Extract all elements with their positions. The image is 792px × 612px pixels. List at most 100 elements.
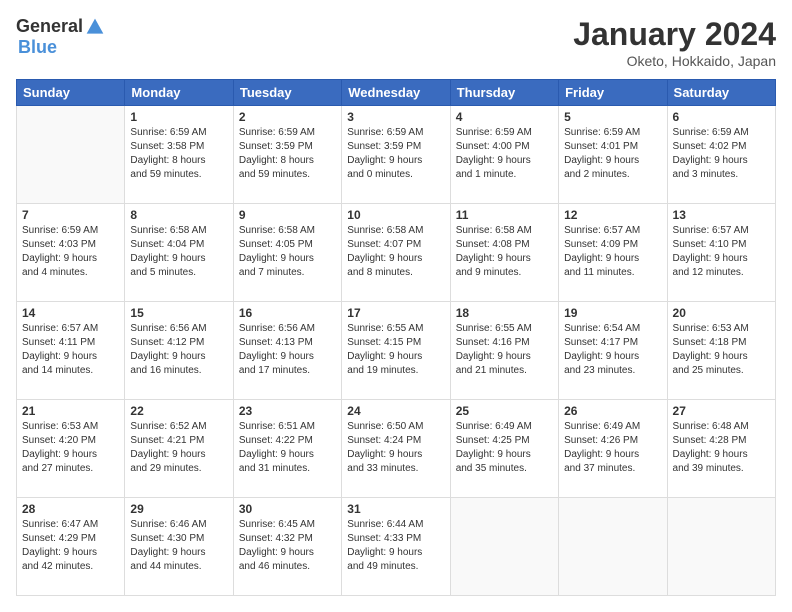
logo-text: General: [16, 16, 105, 37]
day-number: 9: [239, 208, 336, 222]
day-info: Sunrise: 6:59 AMSunset: 4:03 PMDaylight:…: [22, 224, 119, 280]
day-info: Sunrise: 6:58 AMSunset: 4:05 PMDaylight:…: [239, 224, 336, 280]
main-title: January 2024: [573, 16, 776, 53]
day-number: 3: [347, 110, 444, 124]
calendar-cell: 22 Sunrise: 6:52 AMSunset: 4:21 PMDayligh…: [125, 400, 233, 498]
calendar: Sunday Monday Tuesday Wednesday Thursday…: [16, 79, 776, 596]
day-number: 27: [673, 404, 770, 418]
day-info: Sunrise: 6:51 AMSunset: 4:22 PMDaylight:…: [239, 420, 336, 476]
day-info: Sunrise: 6:45 AMSunset: 4:32 PMDaylight:…: [239, 518, 336, 574]
calendar-cell: 12 Sunrise: 6:57 AMSunset: 4:09 PMDayligh…: [559, 204, 667, 302]
day-info: Sunrise: 6:58 AMSunset: 4:08 PMDaylight:…: [456, 224, 553, 280]
day-number: 23: [239, 404, 336, 418]
day-info: Sunrise: 6:57 AMSunset: 4:09 PMDaylight:…: [564, 224, 661, 280]
day-info: Sunrise: 6:53 AMSunset: 4:20 PMDaylight:…: [22, 420, 119, 476]
day-number: 22: [130, 404, 227, 418]
day-number: 19: [564, 306, 661, 320]
calendar-cell: 16Sunrise: 6:56 AMSunset: 4:13 PMDayligh…: [233, 302, 341, 400]
day-number: 18: [456, 306, 553, 320]
calendar-cell: 1 Sunrise: 6:59 AMSunset: 3:58 PMDaylight…: [125, 106, 233, 204]
calendar-cell: 11 Sunrise: 6:58 AMSunset: 4:08 PMDayligh…: [450, 204, 558, 302]
day-number: 28: [22, 502, 119, 516]
day-info: Sunrise: 6:53 AMSunset: 4:18 PMDaylight:…: [673, 322, 770, 378]
day-number: 1: [130, 110, 227, 124]
calendar-cell: 2 Sunrise: 6:59 AMSunset: 3:59 PMDaylight…: [233, 106, 341, 204]
calendar-cell: 28 Sunrise: 6:47 AMSunset: 4:29 PMDayligh…: [17, 498, 125, 596]
calendar-cell: 20 Sunrise: 6:53 AMSunset: 4:18 PMDayligh…: [667, 302, 775, 400]
day-info: Sunrise: 6:58 AMSunset: 4:04 PMDaylight:…: [130, 224, 227, 280]
day-number: 25: [456, 404, 553, 418]
calendar-cell: 30 Sunrise: 6:45 AMSunset: 4:32 PMDayligh…: [233, 498, 341, 596]
calendar-cell: [667, 498, 775, 596]
day-number: 7: [22, 208, 119, 222]
day-info: Sunrise: 6:59 AMSunset: 4:00 PMDaylight:…: [456, 126, 553, 182]
day-info: Sunrise: 6:59 AMSunset: 3:58 PMDaylight:…: [130, 126, 227, 182]
weekday-header-row: Sunday Monday Tuesday Wednesday Thursday…: [17, 80, 776, 106]
day-info: Sunrise: 6:49 AMSunset: 4:25 PMDaylight:…: [456, 420, 553, 476]
day-info: Sunrise: 6:47 AMSunset: 4:29 PMDaylight:…: [22, 518, 119, 574]
calendar-cell: 21 Sunrise: 6:53 AMSunset: 4:20 PMDayligh…: [17, 400, 125, 498]
day-info: Sunrise: 6:46 AMSunset: 4:30 PMDaylight:…: [130, 518, 227, 574]
day-info: Sunrise: 6:57 AMSunset: 4:10 PMDaylight:…: [673, 224, 770, 280]
calendar-cell: 8 Sunrise: 6:58 AMSunset: 4:04 PMDaylight…: [125, 204, 233, 302]
day-info: Sunrise: 6:59 AMSunset: 4:01 PMDaylight:…: [564, 126, 661, 182]
header-thursday: Thursday: [450, 80, 558, 106]
calendar-cell: 29 Sunrise: 6:46 AMSunset: 4:30 PMDayligh…: [125, 498, 233, 596]
calendar-cell: 13 Sunrise: 6:57 AMSunset: 4:10 PMDayligh…: [667, 204, 775, 302]
calendar-cell: 31Sunrise: 6:44 AMSunset: 4:33 PMDayligh…: [342, 498, 450, 596]
day-info: Sunrise: 6:56 AMSunset: 4:13 PMDaylight:…: [239, 322, 336, 378]
day-number: 26: [564, 404, 661, 418]
day-info: Sunrise: 6:55 AMSunset: 4:15 PMDaylight:…: [347, 322, 444, 378]
day-info: Sunrise: 6:56 AMSunset: 4:12 PMDaylight:…: [130, 322, 227, 378]
header-wednesday: Wednesday: [342, 80, 450, 106]
day-info: Sunrise: 6:55 AMSunset: 4:16 PMDaylight:…: [456, 322, 553, 378]
calendar-cell: 18 Sunrise: 6:55 AMSunset: 4:16 PMDayligh…: [450, 302, 558, 400]
header-tuesday: Tuesday: [233, 80, 341, 106]
day-number: 8: [130, 208, 227, 222]
day-info: Sunrise: 6:58 AMSunset: 4:07 PMDaylight:…: [347, 224, 444, 280]
day-number: 6: [673, 110, 770, 124]
day-info: Sunrise: 6:50 AMSunset: 4:24 PMDaylight:…: [347, 420, 444, 476]
day-number: 13: [673, 208, 770, 222]
calendar-cell: 15Sunrise: 6:56 AMSunset: 4:12 PMDayligh…: [125, 302, 233, 400]
header-friday: Friday: [559, 80, 667, 106]
day-number: 11: [456, 208, 553, 222]
logo-general-text: General: [16, 16, 83, 37]
day-info: Sunrise: 6:44 AMSunset: 4:33 PMDaylight:…: [347, 518, 444, 574]
logo-icon: [85, 17, 105, 37]
day-number: 10: [347, 208, 444, 222]
subtitle: Oketo, Hokkaido, Japan: [573, 53, 776, 69]
calendar-cell: 26Sunrise: 6:49 AMSunset: 4:26 PMDayligh…: [559, 400, 667, 498]
calendar-cell: 17Sunrise: 6:55 AMSunset: 4:15 PMDayligh…: [342, 302, 450, 400]
day-number: 14: [22, 306, 119, 320]
header-sunday: Sunday: [17, 80, 125, 106]
title-area: January 2024 Oketo, Hokkaido, Japan: [573, 16, 776, 69]
calendar-cell: 24 Sunrise: 6:50 AMSunset: 4:24 PMDayligh…: [342, 400, 450, 498]
day-number: 4: [456, 110, 553, 124]
day-number: 30: [239, 502, 336, 516]
page: General Blue January 2024 Oketo, Hokkaid…: [0, 0, 792, 612]
calendar-cell: 10 Sunrise: 6:58 AMSunset: 4:07 PMDayligh…: [342, 204, 450, 302]
day-number: 2: [239, 110, 336, 124]
calendar-cell: 9 Sunrise: 6:58 AMSunset: 4:05 PMDaylight…: [233, 204, 341, 302]
calendar-cell: 4 Sunrise: 6:59 AMSunset: 4:00 PMDaylight…: [450, 106, 558, 204]
day-info: Sunrise: 6:59 AMSunset: 4:02 PMDaylight:…: [673, 126, 770, 182]
day-info: Sunrise: 6:59 AMSunset: 3:59 PMDaylight:…: [239, 126, 336, 182]
day-number: 21: [22, 404, 119, 418]
header-saturday: Saturday: [667, 80, 775, 106]
calendar-cell: 6 Sunrise: 6:59 AMSunset: 4:02 PMDaylight…: [667, 106, 775, 204]
calendar-cell: 7 Sunrise: 6:59 AMSunset: 4:03 PMDaylight…: [17, 204, 125, 302]
calendar-cell: 23 Sunrise: 6:51 AMSunset: 4:22 PMDayligh…: [233, 400, 341, 498]
day-info: Sunrise: 6:52 AMSunset: 4:21 PMDaylight:…: [130, 420, 227, 476]
day-info: Sunrise: 6:54 AMSunset: 4:17 PMDaylight:…: [564, 322, 661, 378]
day-number: 20: [673, 306, 770, 320]
day-info: Sunrise: 6:59 AMSunset: 3:59 PMDaylight:…: [347, 126, 444, 182]
day-number: 29: [130, 502, 227, 516]
calendar-cell: 14Sunrise: 6:57 AMSunset: 4:11 PMDayligh…: [17, 302, 125, 400]
calendar-cell: 27Sunrise: 6:48 AMSunset: 4:28 PMDayligh…: [667, 400, 775, 498]
calendar-cell: [450, 498, 558, 596]
day-number: 24: [347, 404, 444, 418]
calendar-cell: [17, 106, 125, 204]
header: General Blue January 2024 Oketo, Hokkaid…: [16, 16, 776, 69]
day-number: 12: [564, 208, 661, 222]
